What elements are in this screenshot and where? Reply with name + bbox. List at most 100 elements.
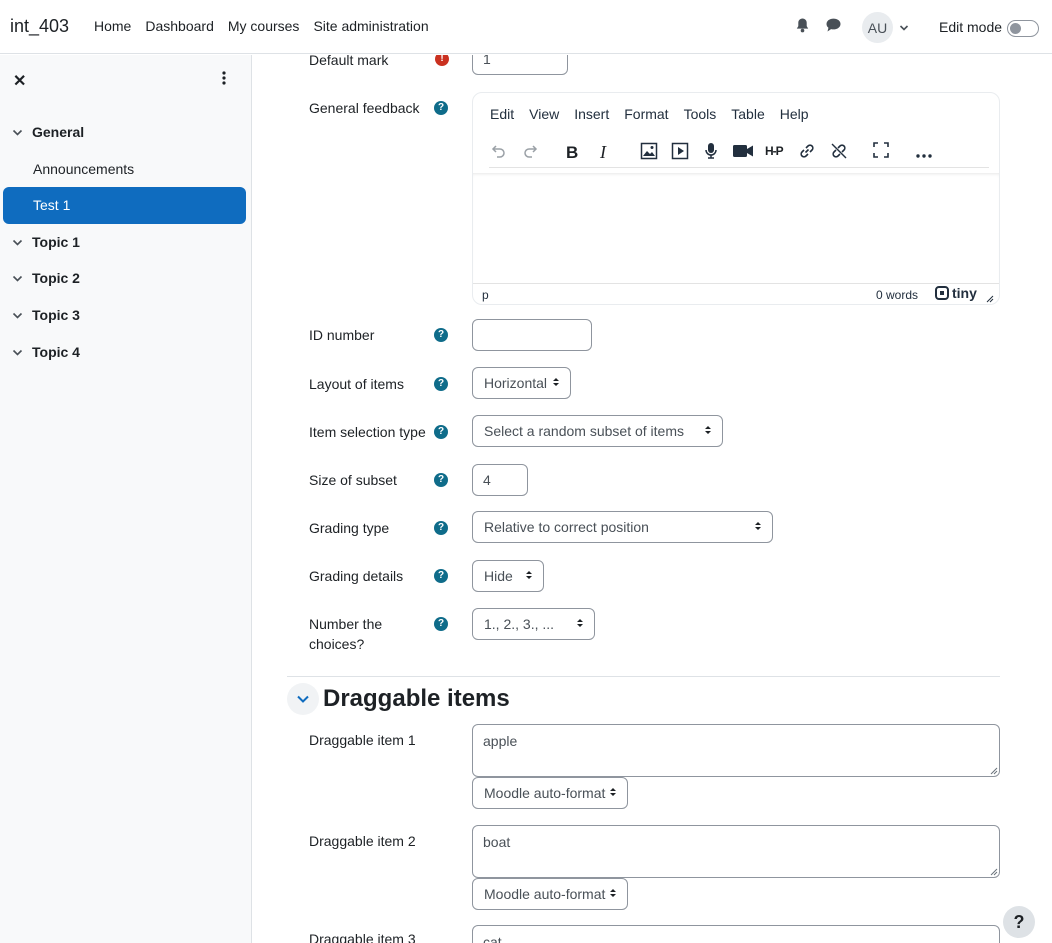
menu-edit[interactable]: Edit xyxy=(490,106,514,122)
default-mark-input[interactable]: 1 xyxy=(472,55,568,75)
select-arrows-icon xyxy=(526,571,532,579)
h5p-icon[interactable]: H-P xyxy=(765,144,784,158)
layout-select[interactable]: Horizontal xyxy=(472,367,571,399)
primary-nav: Home Dashboard My courses Site administr… xyxy=(87,18,436,34)
link-icon[interactable] xyxy=(798,142,816,163)
section-general[interactable]: General xyxy=(12,124,84,140)
grading-details-select[interactable]: Hide xyxy=(472,560,544,592)
select-arrows-icon xyxy=(610,788,616,796)
editor-content-area[interactable] xyxy=(473,173,999,283)
menu-format[interactable]: Format xyxy=(624,106,668,122)
menu-insert[interactable]: Insert xyxy=(574,106,609,122)
section-topic-2[interactable]: Topic 2 xyxy=(12,270,80,286)
select-value: Select a random subset of items xyxy=(484,423,684,439)
word-count[interactable]: 0 words xyxy=(876,288,918,302)
number-choices-select[interactable]: 1., 2., 3., ... xyxy=(472,608,595,640)
layout-label: Layout of items xyxy=(309,376,404,392)
chat-icon[interactable] xyxy=(826,18,841,35)
section-topic-1[interactable]: Topic 1 xyxy=(12,234,80,250)
italic-icon[interactable]: I xyxy=(600,142,606,163)
grading-type-label: Grading type xyxy=(309,520,390,536)
collapse-section-button[interactable] xyxy=(287,683,319,715)
selection-type-select[interactable]: Select a random subset of items xyxy=(472,415,723,447)
draggable-item-2-format-select[interactable]: Moodle auto-format xyxy=(472,878,628,910)
help-button[interactable]: ? xyxy=(1003,906,1035,938)
image-icon[interactable] xyxy=(640,142,658,163)
chevron-down-icon[interactable] xyxy=(12,347,23,358)
bold-icon[interactable]: B xyxy=(566,143,578,163)
required-icon: ! xyxy=(435,55,449,66)
tiny-logo[interactable]: tiny xyxy=(935,285,977,301)
menu-view[interactable]: View xyxy=(529,106,559,122)
edit-mode-label: Edit mode xyxy=(939,19,1003,35)
selection-type-label: Item selection type xyxy=(309,424,426,440)
help-icon[interactable]: ? xyxy=(434,328,448,342)
help-icon[interactable]: ? xyxy=(434,521,448,535)
draggable-item-3-label: Draggable item 3 xyxy=(309,931,416,943)
textarea-value: cat xyxy=(483,934,502,943)
video-camera-icon[interactable] xyxy=(732,142,754,163)
draggable-item-2-textarea[interactable]: boat xyxy=(472,825,1000,878)
help-icon[interactable]: ? xyxy=(434,473,448,487)
draggable-item-1-format-select[interactable]: Moodle auto-format xyxy=(472,777,628,809)
section-topic-3[interactable]: Topic 3 xyxy=(12,307,80,323)
subset-size-input[interactable]: 4 xyxy=(472,464,528,496)
element-path[interactable]: p xyxy=(482,288,489,302)
editor-toolbar: B I H-P xyxy=(489,140,989,168)
select-value: Horizontal xyxy=(484,375,548,391)
help-icon[interactable]: ? xyxy=(434,377,448,391)
kebab-menu-icon[interactable] xyxy=(222,71,226,88)
fullscreen-icon[interactable] xyxy=(873,142,889,161)
chevron-down-icon[interactable] xyxy=(12,310,23,321)
grading-type-select[interactable]: Relative to correct position xyxy=(472,511,773,543)
chevron-down-icon xyxy=(297,695,309,703)
draggable-item-1-textarea[interactable]: apple xyxy=(472,724,1000,777)
undo-icon[interactable] xyxy=(489,142,507,163)
unlink-icon[interactable] xyxy=(830,142,848,163)
select-arrows-icon xyxy=(553,378,559,386)
media-icon[interactable] xyxy=(671,142,689,163)
section-label: General xyxy=(32,124,85,140)
chevron-down-icon[interactable] xyxy=(12,127,23,138)
menu-table[interactable]: Table xyxy=(731,106,764,122)
chevron-down-icon[interactable] xyxy=(12,273,23,284)
user-avatar[interactable]: AU xyxy=(862,12,893,43)
nav-my-courses[interactable]: My courses xyxy=(221,18,307,34)
section-title: Draggable items xyxy=(323,685,510,712)
general-feedback-editor[interactable]: Edit View Insert Format Tools Table Help… xyxy=(472,92,1000,305)
nav-dashboard[interactable]: Dashboard xyxy=(138,18,221,34)
id-number-input[interactable] xyxy=(472,319,592,351)
help-icon[interactable]: ? xyxy=(434,101,448,115)
section-topic-4[interactable]: Topic 4 xyxy=(12,344,80,360)
select-value: 1., 2., 3., ... xyxy=(484,616,555,632)
resize-handle-icon[interactable] xyxy=(990,868,998,876)
resize-handle-icon[interactable] xyxy=(990,767,998,775)
textarea-value: apple xyxy=(483,733,518,749)
redo-icon[interactable] xyxy=(522,142,540,163)
help-icon[interactable]: ? xyxy=(434,425,448,439)
help-icon[interactable]: ? xyxy=(434,569,448,583)
more-icon[interactable] xyxy=(916,146,932,162)
menu-tools[interactable]: Tools xyxy=(684,106,717,122)
bell-icon[interactable] xyxy=(796,18,809,36)
nav-home[interactable]: Home xyxy=(87,18,138,34)
general-feedback-label: General feedback xyxy=(309,100,420,116)
edit-mode-toggle[interactable] xyxy=(1007,20,1039,37)
help-icon[interactable]: ? xyxy=(434,617,448,631)
close-icon[interactable]: ✕ xyxy=(13,71,26,91)
chevron-down-icon[interactable] xyxy=(12,237,23,248)
section-label: Topic 4 xyxy=(32,344,80,360)
site-brand[interactable]: int_403 xyxy=(10,16,69,37)
select-arrows-icon xyxy=(705,426,711,434)
microphone-icon[interactable] xyxy=(703,142,719,163)
course-item-announcements[interactable]: Announcements xyxy=(33,161,134,177)
subset-size-label: Size of subset xyxy=(309,472,397,488)
course-item-label: Test 1 xyxy=(33,197,71,213)
menu-help[interactable]: Help xyxy=(780,106,809,122)
draggable-item-3-textarea[interactable]: cat xyxy=(472,925,1000,943)
nav-site-administration[interactable]: Site administration xyxy=(306,18,435,34)
section-label: Topic 1 xyxy=(32,234,80,250)
resize-handle-icon[interactable] xyxy=(986,292,994,306)
course-item-test-1[interactable]: Test 1 xyxy=(3,187,246,224)
chevron-down-icon[interactable] xyxy=(899,20,909,36)
